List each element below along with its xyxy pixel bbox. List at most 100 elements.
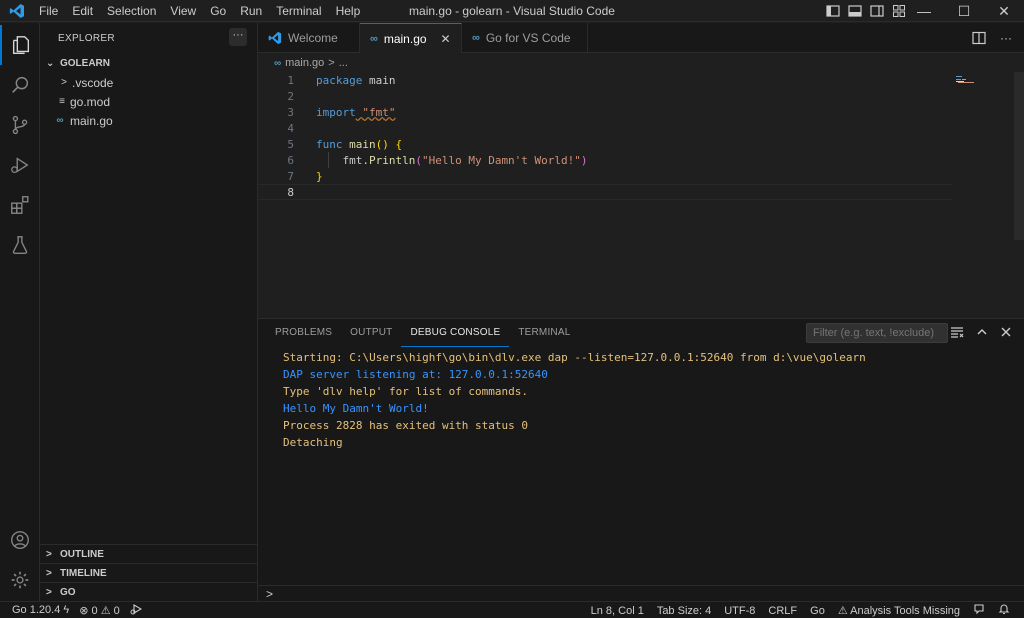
tree-item-label: go.mod xyxy=(70,94,111,109)
tab-terminal[interactable]: TERMINAL xyxy=(509,319,579,347)
close-tab-icon[interactable]: ✕ xyxy=(441,32,451,46)
go-version-status[interactable]: Go 1.20.4 ϟ xyxy=(12,604,69,616)
go-version-label: Go 1.20.4 xyxy=(12,604,61,616)
testing-icon[interactable] xyxy=(0,225,40,265)
menu-file[interactable]: File xyxy=(32,0,65,22)
cursor-position-status[interactable]: Ln 8, Col 1 xyxy=(591,605,644,617)
go-icon: ∞ xyxy=(274,57,282,69)
code-token: fmt xyxy=(316,153,363,167)
source-control-icon[interactable] xyxy=(0,105,40,145)
menu-terminal[interactable]: Terminal xyxy=(269,0,328,22)
tab-label: Welcome xyxy=(288,31,338,45)
extensions-icon[interactable] xyxy=(0,185,40,225)
menu-run[interactable]: Run xyxy=(233,0,269,22)
accounts-icon[interactable] xyxy=(0,520,40,560)
section-label: TIMELINE xyxy=(60,567,107,579)
line-number: 7 xyxy=(287,169,294,183)
minimap[interactable] xyxy=(956,74,978,83)
tab-debug-console[interactable]: DEBUG CONSOLE xyxy=(401,319,510,347)
maximize-button[interactable]: ☐ xyxy=(944,0,984,22)
clear-console-icon[interactable] xyxy=(950,325,964,339)
error-count: 0 xyxy=(91,604,98,617)
toggle-secondary-sidebar-icon[interactable] xyxy=(870,4,884,18)
tab-go-for-vscode[interactable]: ∞ Go for VS Code xyxy=(462,23,588,53)
editor-scrollbar[interactable] xyxy=(1014,72,1024,240)
code-line: 1 package main xyxy=(258,72,952,88)
code-token: } xyxy=(316,169,323,183)
menu-edit[interactable]: Edit xyxy=(65,0,100,22)
tab-welcome[interactable]: Welcome xyxy=(258,23,360,53)
status-bar: Go 1.20.4 ϟ ⊗ 0 ⚠ 0 Ln 8, Col 1 Tab Size… xyxy=(0,601,1024,618)
console-line: DAP server listening at: 127.0.0.1:52640 xyxy=(283,368,548,381)
minimize-button[interactable]: — xyxy=(904,0,944,22)
tab-size-status[interactable]: Tab Size: 4 xyxy=(657,605,711,617)
tab-main-go[interactable]: ∞ main.go ✕ xyxy=(360,23,462,53)
console-line: Detaching xyxy=(283,436,343,449)
tree-item-vscode[interactable]: > .vscode xyxy=(40,73,257,92)
code-editor[interactable]: 1 package main 2 3 import "fmt" 4 5 func… xyxy=(258,72,1024,317)
section-timeline[interactable]: > TIMELINE xyxy=(40,563,258,582)
section-go[interactable]: > GO xyxy=(40,582,258,601)
split-editor-icon[interactable] xyxy=(972,31,986,45)
explorer-more-actions-button[interactable]: ··· xyxy=(229,28,247,46)
close-window-button[interactable]: ✕ xyxy=(984,0,1024,22)
analysis-tools-status[interactable]: ⚠ Analysis Tools Missing xyxy=(838,604,960,617)
gear-icon[interactable] xyxy=(0,560,40,600)
console-line: Starting: C:\Users\highf\go\bin\dlv.exe … xyxy=(283,351,866,364)
toggle-panel-icon[interactable] xyxy=(848,4,862,18)
problems-status[interactable]: ⊗ 0 ⚠ 0 xyxy=(79,604,120,617)
go-icon: ∞ xyxy=(472,32,480,44)
menu-view[interactable]: View xyxy=(163,0,203,22)
code-token: Println xyxy=(368,153,416,167)
folder-golearn[interactable]: ⌄ GOLEARN xyxy=(40,53,257,73)
line-number: 3 xyxy=(287,105,294,119)
code-line: 3 import "fmt" xyxy=(258,104,952,120)
code-token: ( xyxy=(415,153,422,167)
prompt-chevron-icon: > xyxy=(266,587,274,601)
section-label: OUTLINE xyxy=(60,548,104,560)
console-filter-input[interactable] xyxy=(806,323,948,343)
code-line: 7 } xyxy=(258,168,952,184)
more-actions-icon[interactable]: ··· xyxy=(1000,31,1012,45)
error-icon: ⊗ xyxy=(79,604,89,617)
tab-actions: ··· xyxy=(972,23,1024,53)
code-token: . xyxy=(362,153,369,167)
feedback-icon[interactable] xyxy=(973,603,985,618)
maximize-panel-icon[interactable] xyxy=(976,326,988,338)
tree-item-go-mod[interactable]: ≡ go.mod xyxy=(40,92,257,111)
code-token: package xyxy=(316,73,363,87)
explorer-icon[interactable] xyxy=(0,25,40,65)
lightning-icon: ϟ xyxy=(63,604,70,616)
menu-go[interactable]: Go xyxy=(203,0,233,22)
layout-controls xyxy=(826,0,906,22)
breadcrumb-symbol[interactable]: ... xyxy=(339,57,348,69)
vscode-logo-icon[interactable] xyxy=(6,0,28,22)
encoding-status[interactable]: UTF-8 xyxy=(724,605,755,617)
language-status[interactable]: Go xyxy=(810,605,825,617)
code-token: func xyxy=(316,137,343,151)
tree-item-main-go[interactable]: ∞ main.go xyxy=(40,111,257,130)
notifications-bell-icon[interactable] xyxy=(998,603,1010,618)
tab-problems[interactable]: PROBLEMS xyxy=(266,319,341,347)
search-icon[interactable] xyxy=(0,65,40,105)
debug-console-input[interactable]: > xyxy=(258,585,1024,601)
debug-status-icon[interactable] xyxy=(130,603,142,618)
eol-status[interactable]: CRLF xyxy=(768,605,797,617)
code-token: { xyxy=(388,137,403,151)
run-and-debug-icon[interactable] xyxy=(0,145,40,185)
breadcrumb: ∞ main.go > ... xyxy=(258,54,1024,72)
title-bar: File Edit Selection View Go Run Terminal… xyxy=(0,0,1024,22)
section-outline[interactable]: > OUTLINE xyxy=(40,544,258,563)
tab-output[interactable]: OUTPUT xyxy=(341,319,401,347)
console-line: Process 2828 has exited with status 0 xyxy=(283,419,529,432)
toggle-primary-sidebar-icon[interactable] xyxy=(826,4,840,18)
breadcrumb-file[interactable]: main.go xyxy=(285,57,324,69)
tree-item-label: main.go xyxy=(70,113,113,128)
menu-selection[interactable]: Selection xyxy=(100,0,163,22)
code-line-current: 8 xyxy=(258,184,952,200)
tab-label: main.go xyxy=(383,31,427,46)
chevron-right-icon: > xyxy=(46,548,52,560)
vscode-icon xyxy=(268,31,282,45)
close-panel-icon[interactable] xyxy=(1000,326,1012,338)
menu-help[interactable]: Help xyxy=(329,0,368,22)
